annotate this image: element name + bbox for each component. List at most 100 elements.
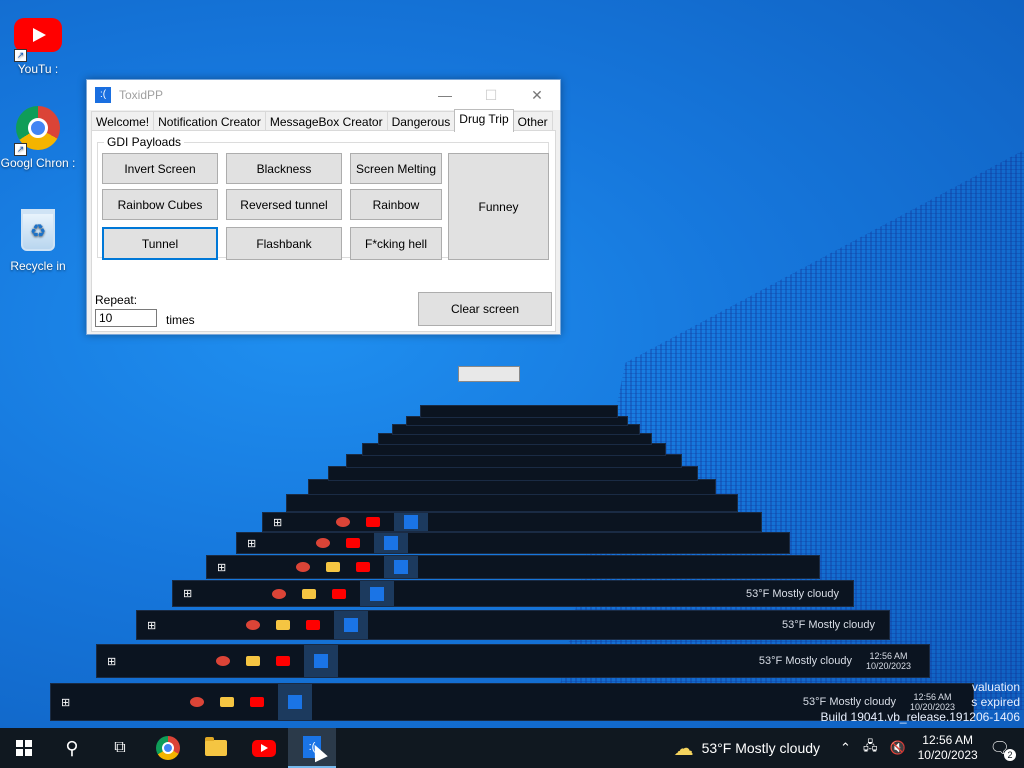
ghost-weather: 53°F Mostly cloudy [745,587,839,600]
windows-evaluation-watermark: valuation s expired Build 19041.vb_relea… [820,680,1021,724]
windows-logo-icon: ⊞ [147,619,157,632]
taskbar: ⚲ ⧉ :( ☁ 53°F Mostly cloudy ⌃ 🖧 🔇 12:56 … [0,728,1024,768]
folder-icon [246,656,261,666]
windows-logo-icon: ⊞ [61,696,71,709]
weather-cloud-icon[interactable]: ☁ [674,736,694,761]
taskbar-chrome[interactable] [144,728,192,768]
desktop: ⊞ 53°F Mostly cloudy 12:56 AM 10/20/2023 … [0,0,1024,728]
folder-icon [276,620,291,630]
desktop-icon-chrome[interactable]: ↗ Googl Chron : [0,104,76,170]
ghost-taskbar: ⊞ 53°F Mostly cloudy 12:56 AM 10/20/2023 [96,644,930,678]
chrome-icon [296,562,311,572]
youtube-icon [276,656,291,666]
desktop-icon-label: YouTu : [17,62,59,76]
toxid-app-icon [384,556,419,578]
youtube-icon [332,588,347,599]
toxid-app-icon [394,513,429,531]
ghost-taskbar: ⊞ [206,555,820,579]
tab-dangerous[interactable]: Dangerous [386,111,456,132]
ghost-taskbar: ⊞ 53°F Mostly cloudy [172,580,854,607]
windows-logo-icon: ⊞ [107,655,117,668]
tab-page-drug-trip: GDI Payloads Invert Screen Blackness Scr… [91,130,556,332]
youtube-icon [306,620,321,630]
toxid-app-icon [334,611,369,639]
volume-muted-icon[interactable]: 🔇 [889,740,905,756]
youtube-icon [366,517,381,527]
title-bar[interactable]: :( ToxidPP — ☐ ✕ [87,80,560,110]
ghost-window-thumbnail [458,366,520,382]
windows-logo-icon: ⊞ [217,561,227,574]
maximize-button[interactable]: ☐ [468,80,514,110]
minimize-button[interactable]: — [422,80,468,110]
desktop-icon-label: Googl Chron : [0,156,76,170]
chrome-icon [246,620,261,630]
invert-screen-button[interactable]: Invert Screen [102,153,218,184]
system-tray: ☁ 53°F Mostly cloudy ⌃ 🖧 🔇 12:56 AM 10/2… [674,728,1024,768]
tab-other[interactable]: Other [512,111,553,132]
tab-strip: Welcome! Notification Creator MessageBox… [91,109,553,132]
search-button[interactable]: ⚲ [48,728,96,768]
ghost-weather: 53°F Mostly cloudy [781,619,875,631]
clear-screen-button[interactable]: Clear screen [418,292,552,326]
rainbow-button[interactable]: Rainbow [350,189,442,220]
windows-logo-icon: ⊞ [183,588,193,600]
tab-notification-creator[interactable]: Notification Creator [153,111,266,132]
task-view-button[interactable]: ⧉ [96,728,144,768]
folder-icon [205,737,227,756]
chrome-icon [336,517,351,527]
clock[interactable]: 12:56 AM 10/20/2023 [918,733,978,763]
folder-icon [220,697,235,707]
toxidpp-app-icon: :( [95,87,111,103]
folder-icon [326,562,341,572]
clock-time: 12:56 AM [922,733,973,747]
youtube-icon [356,562,371,572]
youtube-icon [250,697,265,707]
show-hidden-icons-chevron-icon[interactable]: ⌃ [840,740,851,756]
gdi-payloads-group: GDI Payloads Invert Screen Blackness Scr… [97,135,549,260]
reversed-tunnel-button[interactable]: Reversed tunnel [226,189,342,220]
ghost-clock: 12:56 AM 10/20/2023 [865,651,911,671]
toxidpp-window: :( ToxidPP — ☐ ✕ Welcome! Notification C… [86,79,561,335]
screen-melting-button[interactable]: Screen Melting [350,153,442,184]
folder-icon [302,588,317,599]
recycle-bin-icon [14,209,62,257]
task-view-icon: ⧉ [114,739,126,756]
taskbar-file-explorer[interactable] [192,728,240,768]
youtube-icon [346,538,361,548]
weather-widget[interactable]: 53°F Mostly cloudy [702,740,820,756]
windows-logo-icon: ⊞ [247,537,257,550]
fcking-hell-button[interactable]: F*cking hell [350,227,442,260]
blackness-button[interactable]: Blackness [226,153,342,184]
clock-date: 10/20/2023 [917,748,978,762]
tab-drug-trip[interactable]: Drug Trip [454,109,514,132]
notification-count-badge: 2 [1004,749,1016,761]
chrome-icon [190,697,205,707]
tab-messagebox-creator[interactable]: MessageBox Creator [264,111,388,132]
close-button[interactable]: ✕ [514,80,560,110]
network-icon[interactable]: 🖧 [863,737,878,759]
tunnel-button[interactable]: Tunnel [102,227,218,260]
times-label: times [166,313,195,327]
chrome-icon [156,736,180,760]
rainbow-cubes-button[interactable]: Rainbow Cubes [102,189,218,220]
repeat-count-input[interactable] [95,309,157,327]
desktop-icon-youtube[interactable]: ↗ YouTu : [0,12,76,76]
windows-logo-icon: ⊞ [273,516,283,529]
repeat-label: Repeat: [95,293,138,307]
desktop-icon-recycle-bin[interactable]: Recycle in [0,206,76,273]
start-button[interactable] [0,728,48,768]
notification-center-icon[interactable]: 🗨 2 [990,738,1016,761]
funney-button[interactable]: Funney [448,153,549,260]
taskbar-youtube[interactable] [240,728,288,768]
toxid-app-icon [304,645,339,677]
tab-welcome[interactable]: Welcome! [91,111,155,132]
ghost-taskbar [328,466,698,481]
ghost-taskbar: ⊞ [262,512,762,532]
ghost-taskbar [346,454,682,468]
search-icon: ⚲ [65,737,79,758]
ghost-taskbar [420,405,618,418]
flashbank-button[interactable]: Flashbank [226,227,342,260]
toxid-app-icon [360,581,395,606]
toxid-app-icon [374,533,409,553]
window-title: ToxidPP [119,88,164,102]
